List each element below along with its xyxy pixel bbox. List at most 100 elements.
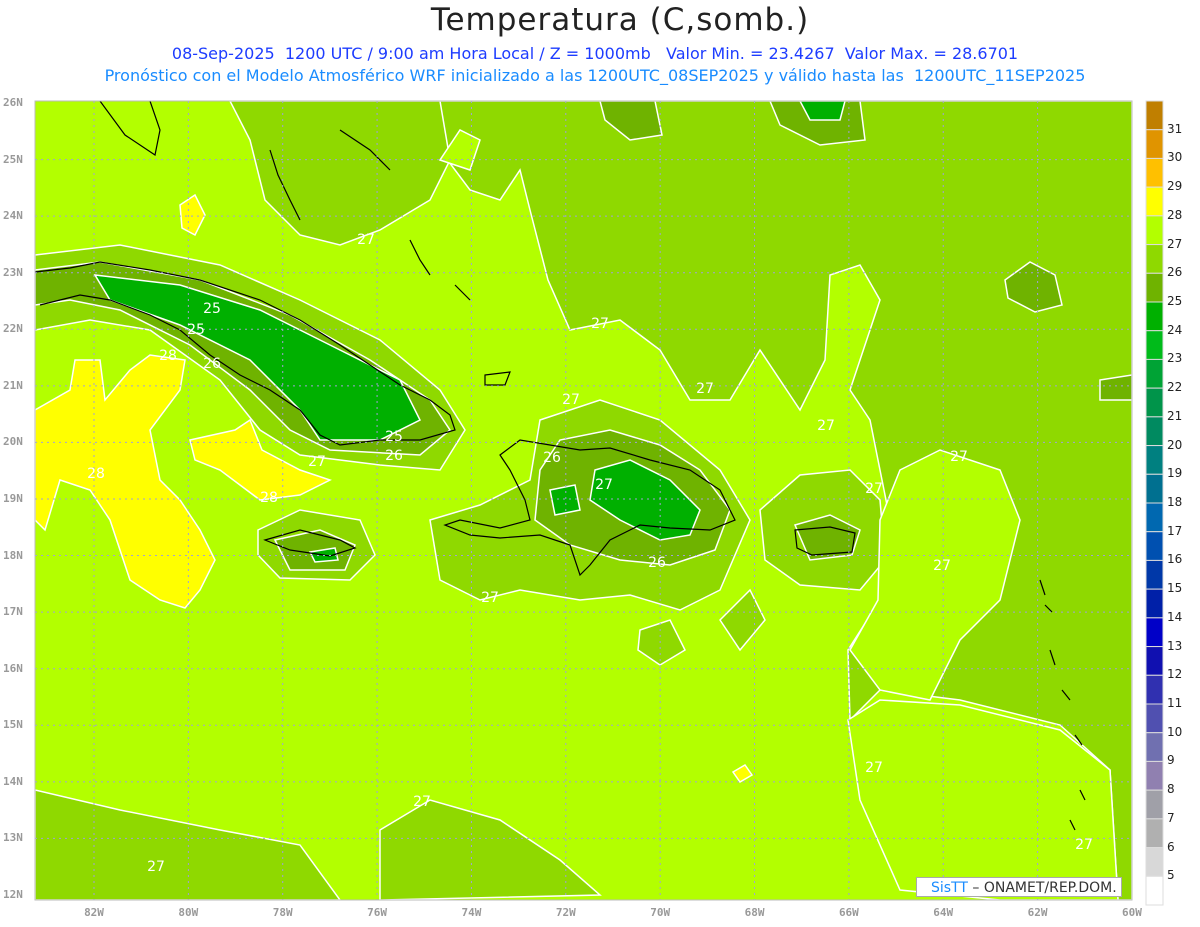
colorbar-label: 31 [1167, 121, 1183, 136]
contour-label: 28 [87, 466, 105, 482]
lon-label: 64W [933, 906, 954, 919]
contour-label: 27 [595, 477, 613, 493]
contour-label: 26 [385, 448, 403, 464]
lon-label: 82W [84, 906, 104, 919]
temperature-map [34, 100, 1164, 906]
contour-label: 27 [591, 316, 609, 332]
lat-label: 25N [3, 152, 23, 166]
lon-label: 68W [744, 906, 765, 919]
lon-label: 62W [1027, 906, 1048, 919]
colorbar-label: 6 [1167, 839, 1175, 854]
colorbar-label: 17 [1167, 523, 1183, 538]
colorbar-label: 28 [1167, 207, 1183, 222]
contour-label: 27 [865, 760, 883, 776]
contour-label: 26 [203, 356, 221, 372]
lat-label: 15N [3, 718, 23, 732]
credit-text: – ONAMET/REP.DOM. [967, 880, 1117, 896]
lon-label: 74W [461, 906, 482, 919]
colorbar-swatch [1145, 100, 1164, 131]
lat-label: 12N [3, 887, 23, 901]
lon-label: 76W [367, 906, 388, 919]
contour-label: 28 [260, 490, 278, 506]
colorbar-label: 20 [1167, 437, 1183, 452]
contour-label: 27 [147, 859, 165, 875]
colorbar-swatch [1145, 473, 1164, 504]
contour-label: 27 [481, 590, 499, 606]
colorbar-label: 16 [1167, 552, 1183, 567]
colorbar-swatch [1145, 818, 1164, 849]
colorbar-label: 23 [1167, 351, 1183, 366]
colorbar-label: 9 [1167, 753, 1175, 768]
colorbar-swatch [1145, 559, 1164, 590]
lat-label: 17N [3, 605, 23, 619]
lon-label: 66W [838, 906, 859, 919]
colorbar-swatch [1145, 129, 1164, 159]
colorbar-swatch [1145, 646, 1164, 676]
contour-label: 26 [543, 450, 561, 466]
contour-label: 27 [696, 381, 714, 397]
lon-label: 70W [650, 906, 671, 919]
contour-label: 27 [357, 232, 375, 248]
lat-label: 22N [3, 322, 23, 336]
lat-label: 13N [3, 831, 23, 845]
colorbar-label: 27 [1167, 236, 1183, 251]
contour-label: 25 [203, 301, 221, 317]
lon-label: 78W [272, 906, 293, 919]
lat-label: 20N [3, 435, 23, 449]
colorbar-label: 11 [1167, 696, 1183, 710]
colorbar-swatch [1145, 847, 1164, 877]
lat-label: 18N [3, 548, 23, 562]
colorbar-label: 22 [1167, 380, 1183, 395]
colorbar-label: 19 [1167, 466, 1183, 481]
colorbar-swatch [1145, 674, 1164, 705]
colorbar [1145, 100, 1164, 906]
field-24-25-hisp2 [549, 484, 581, 516]
contour-label: 25 [187, 322, 205, 338]
colorbar-swatch [1145, 387, 1164, 418]
contour-label: 27 [817, 418, 835, 434]
lat-label: 23N [3, 265, 23, 279]
colorbar-label: 30 [1167, 150, 1183, 165]
credit-box: SisTT – ONAMET/REP.DOM. [916, 877, 1122, 897]
lat-label: 21N [3, 378, 23, 392]
colorbar-label: 21 [1167, 408, 1183, 423]
colorbar-label: 15 [1167, 581, 1183, 596]
colorbar-swatch [1145, 186, 1164, 217]
colorbar-swatch [1145, 703, 1164, 734]
lat-label: 19N [3, 491, 23, 505]
contour-label: 27 [933, 558, 951, 574]
colorbar-label: 18 [1167, 495, 1183, 509]
colorbar-label: 10 [1167, 724, 1183, 739]
colorbar-swatch [1145, 330, 1164, 360]
contour-label: 28 [159, 348, 177, 364]
lon-label: 60W [1122, 906, 1142, 919]
contour-label: 26 [648, 555, 666, 571]
colorbar-swatch [1145, 732, 1164, 762]
lat-label: 16N [3, 661, 23, 675]
colorbar-label: 13 [1167, 638, 1183, 653]
lon-label: 72W [555, 906, 576, 919]
contour-label: 27 [1075, 837, 1093, 853]
colorbar-swatch [1145, 875, 1164, 906]
colorbar-swatch [1145, 215, 1164, 246]
colorbar-swatch [1145, 445, 1164, 475]
lat-label: 26N [3, 96, 23, 109]
field-25-26-east [1099, 374, 1132, 401]
contour-label: 25 [385, 429, 403, 445]
contour-label: 27 [308, 454, 326, 470]
colorbar-swatch [1145, 416, 1164, 447]
colorbar-swatch [1145, 272, 1164, 303]
lon-label: 80W [178, 906, 199, 919]
colorbar-label: 12 [1167, 667, 1183, 682]
contour-label: 27 [950, 449, 968, 465]
credit-brand: SisTT [931, 880, 968, 896]
colorbar-swatch [1145, 588, 1164, 619]
colorbar-swatch [1145, 244, 1164, 274]
colorbar-label: 24 [1167, 322, 1183, 337]
lat-label: 14N [3, 774, 23, 788]
colorbar-swatch [1145, 617, 1164, 648]
colorbar-swatch [1145, 157, 1164, 188]
colorbar-swatch [1145, 760, 1164, 791]
colorbar-label: 26 [1167, 265, 1183, 280]
contour-label: 27 [413, 794, 431, 810]
